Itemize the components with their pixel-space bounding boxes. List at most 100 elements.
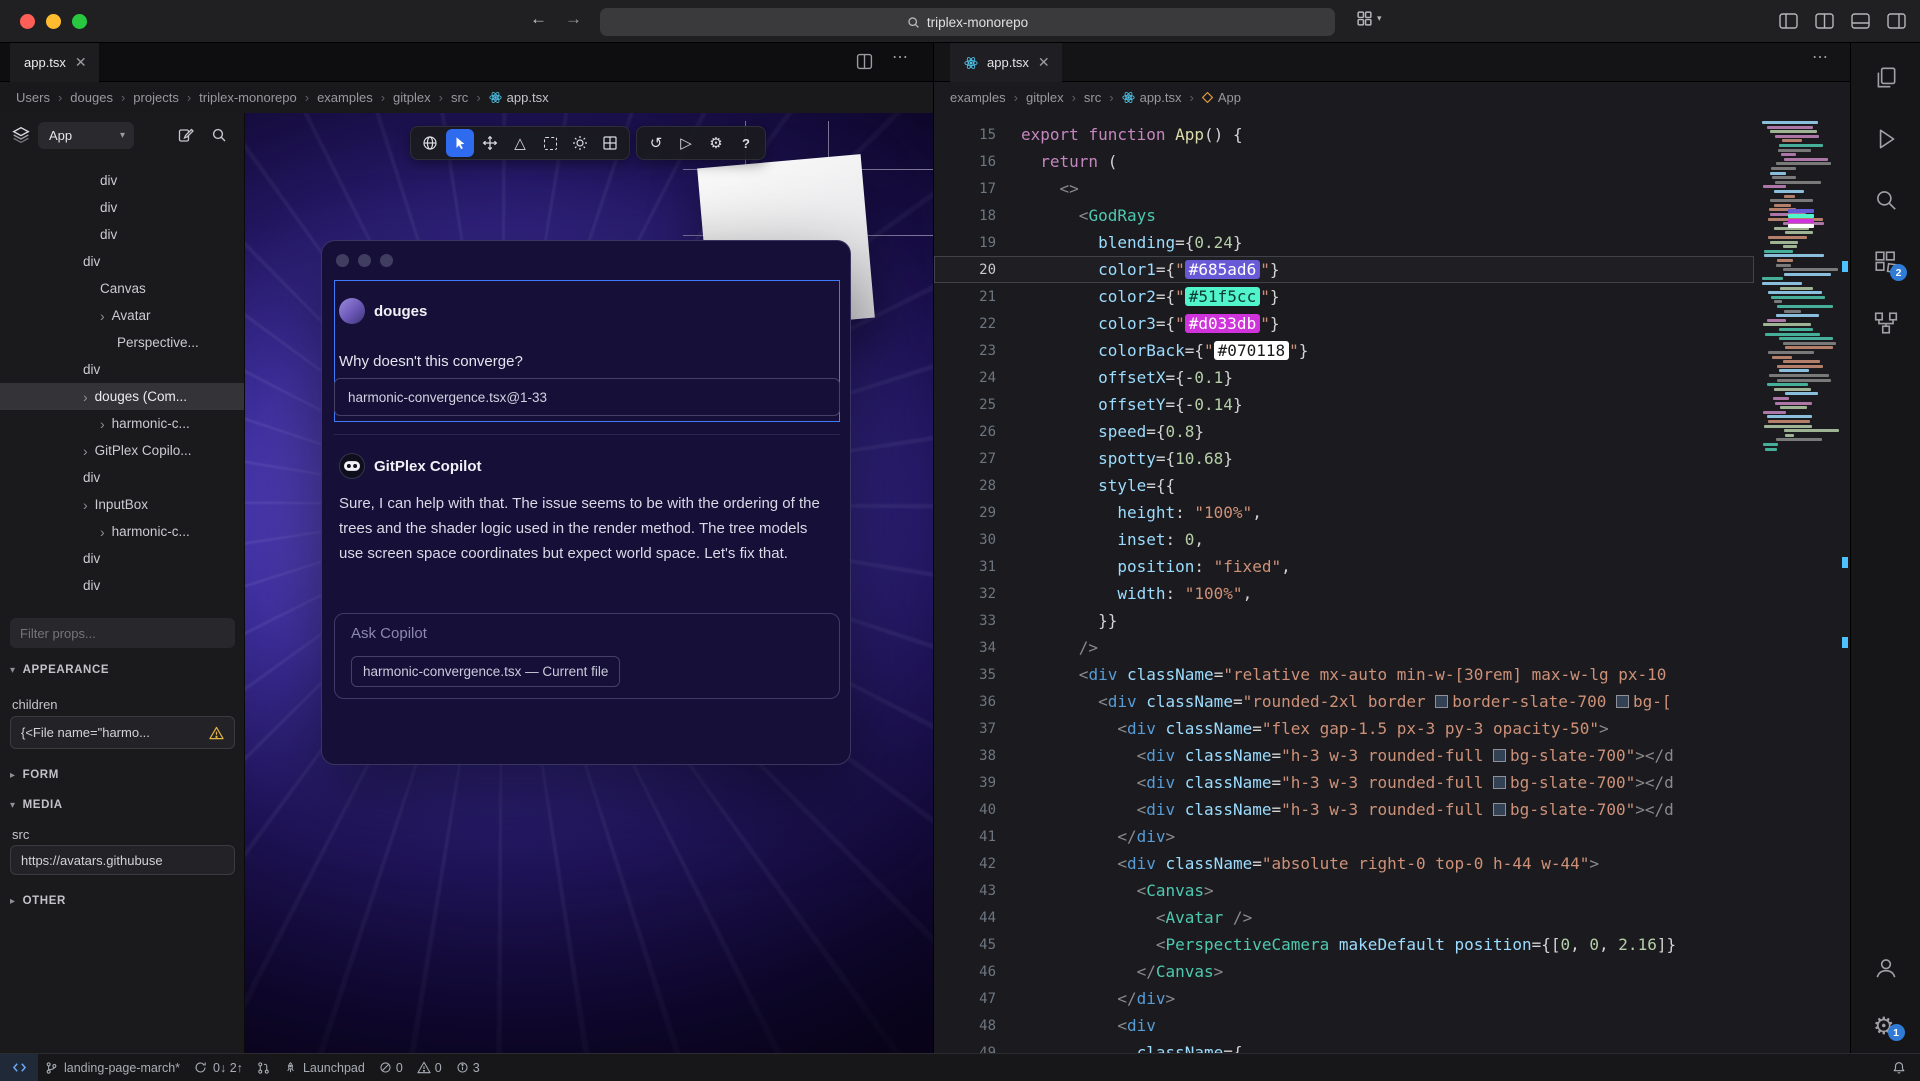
help-button[interactable]: ?	[732, 129, 760, 157]
line-number[interactable]: 25	[934, 397, 996, 413]
account-icon[interactable]	[1873, 955, 1899, 981]
code-line-27[interactable]: 27 spotty={10.68}	[934, 445, 1754, 472]
minimize-window-button[interactable]	[46, 14, 61, 29]
breadcrumb-douges[interactable]: douges	[70, 90, 133, 105]
pull-request-item[interactable]	[250, 1054, 277, 1081]
line-number[interactable]: 48	[934, 1018, 996, 1034]
close-tab-icon[interactable]: ✕	[1038, 54, 1050, 71]
line-number[interactable]: 33	[934, 613, 996, 629]
tree-item-div[interactable]: div	[0, 248, 244, 275]
code-line-16[interactable]: 16 return (	[934, 148, 1754, 175]
copilot-input[interactable]: Ask Copilot harmonic-convergence.tsx — C…	[334, 613, 840, 699]
component-selector[interactable]: App ▾	[38, 122, 134, 149]
move-tool-button[interactable]	[476, 129, 504, 157]
breadcrumb-examples[interactable]: examples	[317, 90, 393, 105]
breadcrumb-src[interactable]: src	[1084, 90, 1122, 105]
line-number[interactable]: 34	[934, 640, 996, 656]
lighting-toggle-button[interactable]	[566, 129, 594, 157]
line-number[interactable]: 20	[934, 262, 996, 278]
code-line-31[interactable]: 31 position: "fixed",	[934, 553, 1754, 580]
line-number[interactable]: 38	[934, 748, 996, 764]
tree-item-div[interactable]: div	[0, 464, 244, 491]
line-number[interactable]: 36	[934, 694, 996, 710]
code-line-15[interactable]: 15export function App() {	[934, 121, 1754, 148]
section-other[interactable]: ▸ OTHER	[10, 895, 66, 907]
code-line-38[interactable]: 38 <div className="h-3 w-3 rounded-full …	[934, 742, 1754, 769]
line-number[interactable]: 31	[934, 559, 996, 575]
line-number[interactable]: 37	[934, 721, 996, 737]
breadcrumb-app-tsx[interactable]: app.tsx	[489, 90, 549, 105]
line-number[interactable]: 41	[934, 829, 996, 845]
settings-button[interactable]: ⚙	[702, 129, 730, 157]
tree-item-div[interactable]: div	[0, 194, 244, 221]
line-number[interactable]: 40	[934, 802, 996, 818]
apps-menu-button[interactable]: ▾	[1356, 10, 1382, 27]
code-line-32[interactable]: 32 width: "100%",	[934, 580, 1754, 607]
tree-item-avatar[interactable]: ›Avatar	[0, 302, 244, 329]
marquee-select-button[interactable]	[536, 129, 564, 157]
code-line-30[interactable]: 30 inset: 0,	[934, 526, 1754, 553]
prop-children-input[interactable]: {<File name="harmo...	[10, 716, 235, 749]
line-number[interactable]: 30	[934, 532, 996, 548]
code-line-47[interactable]: 47 </div>	[934, 985, 1754, 1012]
code-line-40[interactable]: 40 <div className="h-3 w-3 rounded-full …	[934, 796, 1754, 823]
code-line-19[interactable]: 19 blending={0.24}	[934, 229, 1754, 256]
maximize-window-button[interactable]	[72, 14, 87, 29]
line-number[interactable]: 21	[934, 289, 996, 305]
line-number[interactable]: 27	[934, 451, 996, 467]
code-line-29[interactable]: 29 height: "100%",	[934, 499, 1754, 526]
line-number[interactable]: 28	[934, 478, 996, 494]
code-line-46[interactable]: 46 </Canvas>	[934, 958, 1754, 985]
section-appearance[interactable]: ▾ APPEARANCE	[10, 664, 109, 676]
line-number[interactable]: 44	[934, 910, 996, 926]
scale-tool-button[interactable]: △	[506, 129, 534, 157]
notifications-bell[interactable]	[1885, 1054, 1920, 1081]
line-number[interactable]: 19	[934, 235, 996, 251]
tree-item-div[interactable]: div	[0, 356, 244, 383]
breadcrumb-gitplex[interactable]: gitplex	[393, 90, 451, 105]
tree-item-inputbox[interactable]: ›InputBox	[0, 491, 244, 518]
code-line-36[interactable]: 36 <div className="rounded-2xl border bo…	[934, 688, 1754, 715]
code-line-28[interactable]: 28 style={{	[934, 472, 1754, 499]
code-line-37[interactable]: 37 <div className="flex gap-1.5 px-3 py-…	[934, 715, 1754, 742]
tree-item-canvas[interactable]: Canvas	[0, 275, 244, 302]
play-button[interactable]: ▷	[672, 129, 700, 157]
breadcrumb-app-tsx[interactable]: app.tsx	[1122, 90, 1202, 105]
code-line-22[interactable]: 22 color3={"#d033db"}	[934, 310, 1754, 337]
line-number[interactable]: 23	[934, 343, 996, 359]
tree-item-harmonic-c[interactable]: ›harmonic-c...	[0, 410, 244, 437]
breadcrumb-app-symbol[interactable]: App	[1202, 90, 1241, 105]
breadcrumb-gitplex[interactable]: gitplex	[1026, 90, 1084, 105]
sync-status[interactable]: 0↓ 2↑	[187, 1054, 250, 1081]
breadcrumb-users[interactable]: Users	[16, 90, 70, 105]
toggle-left-sidebar-icon[interactable]	[1779, 13, 1798, 29]
files-copy-icon[interactable]	[1873, 65, 1899, 91]
code-line-26[interactable]: 26 speed={0.8}	[934, 418, 1754, 445]
prop-src-input[interactable]: https://avatars.githubuse	[10, 845, 235, 875]
line-number[interactable]: 35	[934, 667, 996, 683]
run-debug-icon[interactable]	[1873, 126, 1899, 152]
launchpad-item[interactable]: Launchpad	[277, 1054, 372, 1081]
line-number[interactable]: 49	[934, 1045, 996, 1054]
globe-tool-button[interactable]	[416, 129, 444, 157]
tree-item-div[interactable]: div	[0, 167, 244, 194]
breadcrumb-examples[interactable]: examples	[950, 90, 1026, 105]
line-number[interactable]: 17	[934, 181, 996, 197]
line-number[interactable]: 42	[934, 856, 996, 872]
code-line-41[interactable]: 41 </div>	[934, 823, 1754, 850]
line-number[interactable]: 24	[934, 370, 996, 386]
breadcrumb-src[interactable]: src	[451, 90, 489, 105]
breadcrumb-projects[interactable]: projects	[133, 90, 199, 105]
tree-item-div[interactable]: div	[0, 221, 244, 248]
remote-indicator[interactable]	[0, 1054, 38, 1081]
filter-props-input[interactable]	[10, 618, 235, 648]
search-icon[interactable]	[1873, 187, 1899, 213]
tree-item-harmonic-c[interactable]: ›harmonic-c...	[0, 518, 244, 545]
toggle-panel-icon[interactable]	[1851, 13, 1870, 29]
line-number[interactable]: 26	[934, 424, 996, 440]
edit-component-icon[interactable]	[178, 127, 194, 143]
code-line-48[interactable]: 48 <div	[934, 1012, 1754, 1039]
line-number[interactable]: 45	[934, 937, 996, 953]
toggle-right-sidebar-icon[interactable]	[1887, 13, 1906, 29]
breadcrumb-repo[interactable]: triplex-monorepo	[199, 90, 317, 105]
